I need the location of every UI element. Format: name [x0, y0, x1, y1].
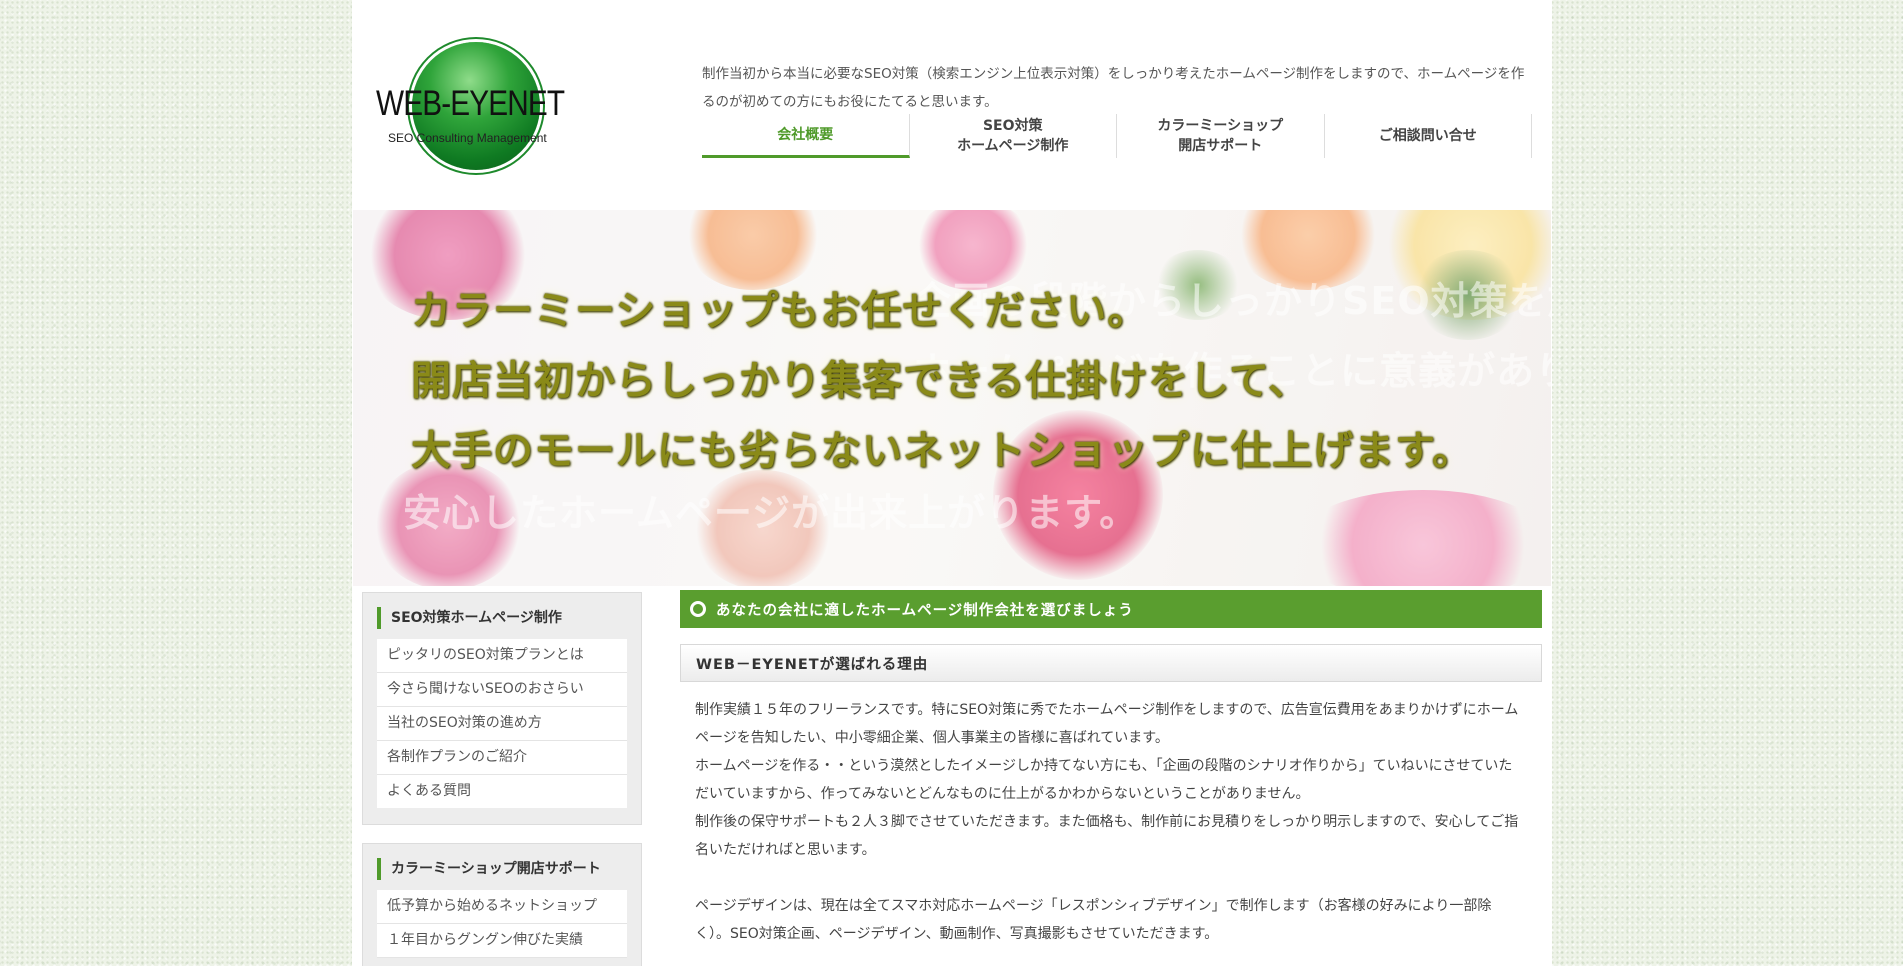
- hero-headline: カラーミーショップもお任せください。: [411, 288, 1149, 334]
- sidebar-item[interactable]: 当社のSEO対策の進め方: [377, 707, 627, 741]
- global-nav: 会社概要 SEO対策 ホームページ制作 カラーミーショップ 開店サポート ご相談…: [702, 114, 1532, 158]
- body-text: 制作実績１５年のフリーランスです。特にSEO対策に秀でたホームページ制作をします…: [680, 682, 1542, 948]
- hero-ghost-text: 安心したホームページが出来上がります。: [403, 491, 1139, 535]
- main-content: あなたの会社に適したホームページ制作会社を選びましょう WEB－EYENETが選…: [680, 590, 1542, 948]
- paragraph: ホームページを作る・・という漠然としたイメージしか持てない方にも、「企画の段階の…: [695, 758, 1513, 802]
- section-title-bar: あなたの会社に適したホームページ制作会社を選びましょう: [680, 590, 1542, 628]
- sidebar-item[interactable]: 各制作プランのご紹介: [377, 741, 627, 775]
- sidebar-list: ピッタリのSEO対策プランとは 今さら聞けないSEOのおさらい 当社のSEO対策…: [377, 639, 627, 808]
- nav-label: ホームページ制作: [957, 138, 1069, 154]
- circle-icon: [690, 601, 706, 617]
- subsection-heading: WEB－EYENETが選ばれる理由: [680, 644, 1542, 682]
- nav-contact[interactable]: ご相談問い合せ: [1325, 114, 1532, 158]
- section-title: あなたの会社に適したホームページ制作会社を選びましょう: [716, 602, 1134, 619]
- nav-label: ご相談問い合せ: [1378, 128, 1477, 144]
- hero-banner: 企画の段階からしっかりSEO対策を施した ホームページを作ることに意義があります…: [353, 210, 1551, 586]
- sidebar-seo-menu: SEO対策ホームページ制作 ピッタリのSEO対策プランとは 今さら聞けないSEO…: [362, 592, 642, 825]
- nav-colorme-support[interactable]: カラーミーショップ 開店サポート: [1117, 114, 1325, 158]
- sidebar-item[interactable]: ピッタリのSEO対策プランとは: [377, 639, 627, 673]
- paragraph: 制作後の保守サポートも２人３脚でさせていただきます。また価格も、制作前にお見積り…: [695, 814, 1519, 858]
- hero-headline: 大手のモールにも劣らないネットショップに仕上げます。: [411, 428, 1473, 474]
- nav-company-profile[interactable]: 会社概要: [702, 114, 910, 158]
- nav-label: SEO対策: [982, 118, 1043, 134]
- header-intro-text: 制作当初から本当に必要なSEO対策（検索エンジン上位表示対策）をしっかり考えたホ…: [702, 66, 1525, 110]
- site-logo[interactable]: WEB-EYENET SEO Consulting Management: [376, 38, 576, 173]
- sidebar-heading: カラーミーショップ開店サポート: [377, 858, 627, 880]
- sidebar-colorme-menu: カラーミーショップ開店サポート 低予算から始めるネットショップ １年目からグング…: [362, 843, 642, 966]
- hero-copy: カラーミーショップもお任せください。 開店当初からしっかり集客できる仕掛けをして…: [411, 276, 1531, 486]
- nav-label: 会社概要: [777, 126, 834, 143]
- paragraph: ページデザインは、現在は全てスマホ対応ホームページ「レスポンシィブデザイン」で制…: [695, 898, 1492, 942]
- sidebar-item[interactable]: 今さら聞けないSEOのおさらい: [377, 673, 627, 707]
- hero-headline: 開店当初からしっかり集客できる仕掛けをして、: [411, 358, 1309, 404]
- logo-subtitle: SEO Consulting Management: [388, 131, 547, 145]
- nav-label: カラーミーショップ: [1157, 118, 1284, 134]
- sidebar-item[interactable]: 低予算から始めるネットショップ: [377, 890, 627, 924]
- sidebar-heading: SEO対策ホームページ制作: [377, 607, 627, 629]
- page-container: WEB-EYENET SEO Consulting Management 制作当…: [352, 0, 1552, 966]
- sidebar-list: 低予算から始めるネットショップ １年目からグングン伸びた実績: [377, 890, 627, 958]
- logo-name: WEB-EYENET: [376, 84, 565, 123]
- nav-label: 開店サポート: [1178, 138, 1263, 154]
- sidebar-item[interactable]: １年目からグングン伸びた実績: [377, 924, 627, 958]
- paragraph: 制作実績１５年のフリーランスです。特にSEO対策に秀でたホームページ制作をします…: [695, 702, 1519, 746]
- nav-seo-website[interactable]: SEO対策 ホームページ制作: [910, 114, 1117, 158]
- sidebar-item[interactable]: よくある質問: [377, 775, 627, 808]
